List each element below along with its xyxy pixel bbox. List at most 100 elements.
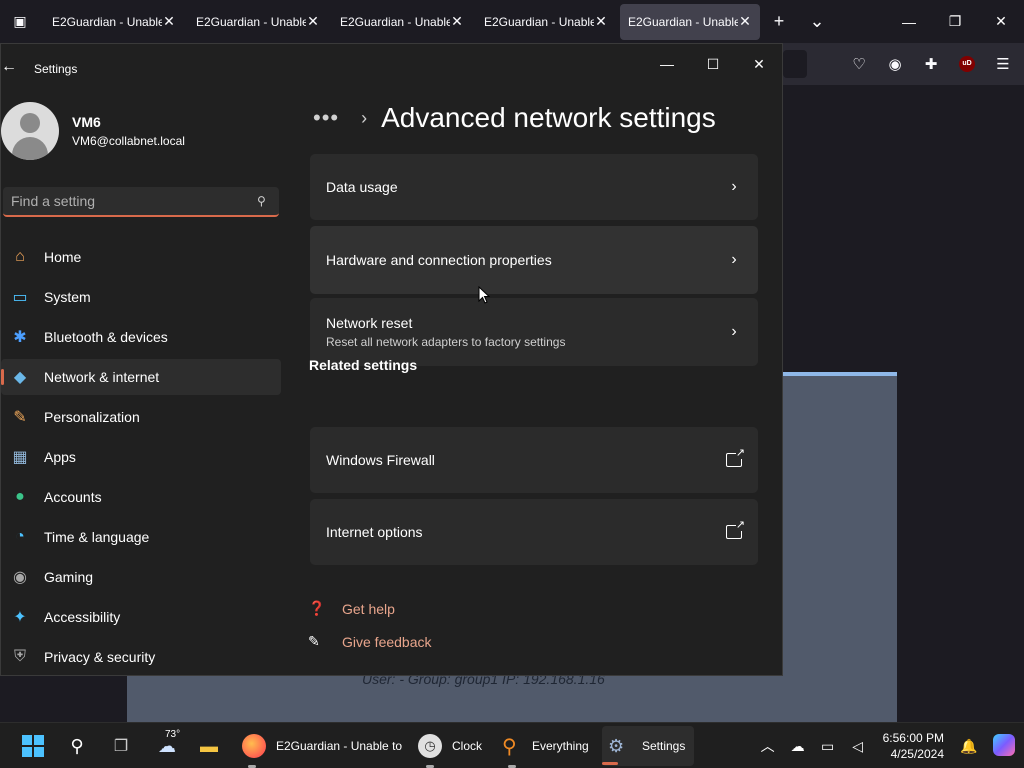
tab-close-icon[interactable]: ✕ [306, 13, 320, 30]
nav-item-bluetooth[interactable]: ✱ Bluetooth & devices [1, 319, 281, 355]
browser-tab[interactable]: E2Guardian - Unable to ✕ [44, 4, 184, 40]
nav-item-home[interactable]: ⌂ Home [1, 239, 281, 275]
open-external-icon [726, 520, 745, 539]
browser-tab[interactable]: E2Guardian - Unable to ✕ [476, 4, 616, 40]
browser-tab-strip: ▣ E2Guardian - Unable to ✕ E2Guardian - … [0, 0, 1024, 43]
breadcrumb-overflow-button[interactable]: ••• [313, 105, 339, 131]
start-button[interactable] [18, 723, 48, 768]
chevron-right-icon: › [731, 251, 737, 268]
ublock-icon[interactable]: uD [954, 50, 980, 78]
browser-tab-active[interactable]: E2Guardian - Unable to ✕ [620, 3, 760, 40]
nav-item-label: Personalization [44, 409, 140, 425]
nav-item-label: Apps [44, 449, 76, 465]
nav-item-label: Gaming [44, 569, 94, 585]
nav-item-network[interactable]: ◆ Network & internet [1, 359, 281, 395]
onedrive-cloud-icon[interactable]: ☁ [783, 738, 813, 755]
browser-minimize-button[interactable]: — [886, 0, 932, 43]
tab-title: E2Guardian - Unable to [340, 14, 450, 29]
extensions-icon[interactable]: ✚ [918, 50, 944, 78]
nav-item-personalization[interactable]: ✎ Personalization [1, 399, 281, 435]
menu-icon[interactable]: ☰ [990, 50, 1016, 78]
card-title: Network reset [326, 315, 413, 331]
nav-item-time-language[interactable]: ◔ Time & language [1, 519, 281, 555]
get-help-link[interactable]: ❓ Get help [308, 600, 395, 617]
taskbar-app-everything[interactable]: ⚲ Everything [498, 723, 598, 768]
new-tab-button[interactable]: + [760, 4, 798, 40]
settings-close-button[interactable]: ✕ [736, 48, 782, 80]
nav-item-apps[interactable]: ▦ Apps [1, 439, 281, 475]
give-feedback-link[interactable]: ✎ Give feedback [308, 633, 432, 650]
tab-close-icon[interactable]: ✕ [738, 13, 752, 30]
search-input[interactable] [11, 193, 257, 209]
network-monitor-icon[interactable]: ▭ [813, 738, 843, 755]
web-page-accent-bar [783, 372, 897, 376]
nav-item-accounts[interactable]: ● Accounts [1, 479, 281, 515]
volume-muted-icon[interactable]: ◁ [843, 738, 873, 755]
bluetooth-icon: ✱ [13, 329, 27, 346]
everything-search-icon: ⚲ [502, 735, 517, 758]
card-title: Windows Firewall [326, 452, 435, 468]
tab-title: E2Guardian - Unable to [628, 14, 738, 29]
browser-window-controls: — ❐ ✕ [886, 0, 1024, 43]
card-windows-firewall[interactable]: Windows Firewall [310, 427, 758, 493]
accounts-icon: ● [15, 488, 25, 505]
chevron-right-icon: › [731, 323, 737, 340]
back-arrow-icon[interactable]: ← [1, 58, 17, 76]
file-explorer-icon[interactable]: ▬ [194, 723, 224, 768]
url-bar[interactable] [783, 50, 807, 78]
system-tray: ︿ ☁ ▭ ◁ 6:56:00 PM 4/25/2024 🔔 [753, 723, 1024, 768]
related-settings-heading: Related settings [309, 357, 418, 373]
pocket-icon[interactable]: ♡ [846, 50, 872, 78]
tab-close-icon[interactable]: ✕ [162, 13, 176, 30]
card-internet-options[interactable]: Internet options [310, 499, 758, 565]
tab-close-icon[interactable]: ✕ [594, 13, 608, 30]
chevron-right-icon: › [361, 107, 368, 128]
clock-date: 4/25/2024 [890, 747, 944, 761]
settings-maximize-button[interactable]: ☐ [690, 48, 736, 80]
windows-logo-icon [22, 735, 44, 757]
taskbar-app-settings[interactable]: ⚙ Settings [602, 726, 694, 766]
nav-item-gaming[interactable]: ◉ Gaming [1, 559, 281, 595]
nav-item-label: Bluetooth & devices [44, 329, 168, 345]
page-title: Advanced network settings [381, 102, 716, 133]
browser-close-button[interactable]: ✕ [978, 0, 1024, 43]
wifi-icon: ◆ [13, 369, 27, 386]
settings-app-title: Settings [34, 62, 78, 76]
nav-item-accessibility[interactable]: ✦ Accessibility [1, 599, 281, 635]
notification-bell-icon[interactable]: 🔔 [954, 738, 984, 755]
nav-item-label: System [44, 289, 91, 305]
search-icon[interactable]: ⚲ [257, 194, 271, 208]
browser-tab[interactable]: E2Guardian - Unable to ✕ [188, 4, 328, 40]
account-icon[interactable]: ◉ [882, 50, 908, 78]
card-network-reset[interactable]: Network reset Reset all network adapters… [310, 298, 758, 366]
settings-window-controls: — ☐ ✕ [644, 48, 782, 80]
nav-item-privacy[interactable]: ⛨ Privacy & security [1, 639, 281, 675]
browser-tab[interactable]: E2Guardian - Unable to ✕ [332, 4, 472, 40]
tab-title: E2Guardian - Unable to [484, 14, 594, 29]
copilot-icon[interactable] [984, 733, 1024, 759]
nav-item-system[interactable]: ▭ System [1, 279, 281, 315]
settings-minimize-button[interactable]: — [644, 48, 690, 80]
feedback-icon: ✎ [308, 633, 320, 649]
apps-icon: ▦ [12, 449, 28, 466]
card-title: Internet options [326, 524, 423, 540]
firefox-icon [242, 734, 266, 758]
show-hidden-icons-chevron-up-icon[interactable]: ︿ [753, 736, 783, 756]
settings-search-box[interactable]: ⚲ [3, 187, 279, 217]
taskbar-app-firefox[interactable]: E2Guardian - Unable to [238, 723, 408, 768]
tab-title: E2Guardian - Unable to [196, 14, 306, 29]
browser-restore-button[interactable]: ❐ [932, 0, 978, 43]
card-data-usage[interactable]: Data usage › [310, 154, 758, 220]
tab-title: E2Guardian - Unable to [52, 14, 162, 29]
taskbar-clock[interactable]: 6:56:00 PM 4/25/2024 [883, 730, 944, 762]
user-profile[interactable]: VM6 VM6@collabnet.local [1, 102, 185, 160]
tab-close-icon[interactable]: ✕ [450, 13, 464, 30]
card-hardware-connection-properties[interactable]: Hardware and connection properties › [310, 226, 758, 294]
task-view-icon[interactable]: ❐ [106, 723, 136, 768]
search-icon[interactable]: ⚲ [62, 723, 92, 768]
list-all-tabs-button[interactable]: ⌄ [798, 4, 836, 40]
tab-overview-icon[interactable]: ▣ [0, 0, 40, 43]
taskbar-app-clock[interactable]: ◷ Clock [414, 723, 498, 768]
nav-item-label: Privacy & security [44, 649, 156, 665]
shield-icon: ⛨ [13, 648, 26, 665]
